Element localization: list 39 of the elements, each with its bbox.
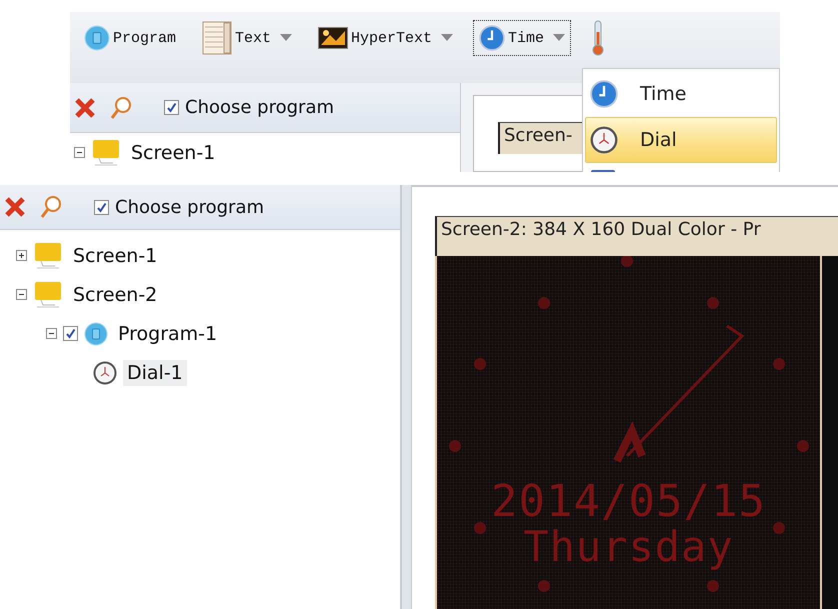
toolbar-button[interactable]: HyperText <box>312 20 460 56</box>
monitor-icon <box>91 138 121 166</box>
screen-title: Screen-2: 384 X 160 Dual Color - Pr <box>435 216 838 256</box>
checkbox-label[interactable]: Choose program <box>185 97 334 118</box>
expand-toggle[interactable] <box>16 250 27 261</box>
delete-icon[interactable] <box>4 197 26 217</box>
tree-checkbox[interactable] <box>63 326 78 341</box>
toolbar-button[interactable]: Time <box>473 20 572 56</box>
clock-icon <box>590 80 618 108</box>
collapse-toggle[interactable] <box>16 289 27 300</box>
toolbar-button[interactable]: Program <box>78 20 182 56</box>
tree-item[interactable]: Dial-1 <box>123 360 187 386</box>
menu-item[interactable]: Time <box>585 71 777 117</box>
image-icon <box>318 27 348 49</box>
tree-item[interactable]: Program-1 <box>114 320 222 346</box>
text-lines-icon <box>202 21 232 55</box>
monitor-icon <box>33 242 63 270</box>
collapse-toggle[interactable] <box>74 147 85 158</box>
thermometer-icon <box>591 20 606 56</box>
monitor-icon <box>33 280 63 308</box>
clock-icon <box>479 25 506 51</box>
dial-clock-icon <box>93 360 117 384</box>
checkbox-label[interactable]: Choose program <box>115 196 264 218</box>
menu-item[interactable]: Dial <box>585 117 777 163</box>
checkbox[interactable] <box>94 200 109 214</box>
led-text: Thursday <box>523 524 734 569</box>
dial-clock-icon <box>590 126 618 154</box>
toolbar-button[interactable]: Text <box>196 20 298 56</box>
delete-icon[interactable] <box>74 98 96 118</box>
checkbox[interactable] <box>164 100 179 115</box>
led-text: 2014/05/15 <box>491 478 766 525</box>
search-icon[interactable] <box>40 195 62 219</box>
tree-item[interactable]: Screen-1 <box>69 242 162 268</box>
tree-item[interactable]: Screen-2 <box>69 282 162 308</box>
tree-item[interactable]: Screen-1 <box>127 140 220 166</box>
document-circle-icon <box>84 25 110 51</box>
collapse-toggle[interactable] <box>46 328 57 339</box>
search-icon[interactable] <box>110 96 132 120</box>
document-circle-icon <box>84 322 108 346</box>
